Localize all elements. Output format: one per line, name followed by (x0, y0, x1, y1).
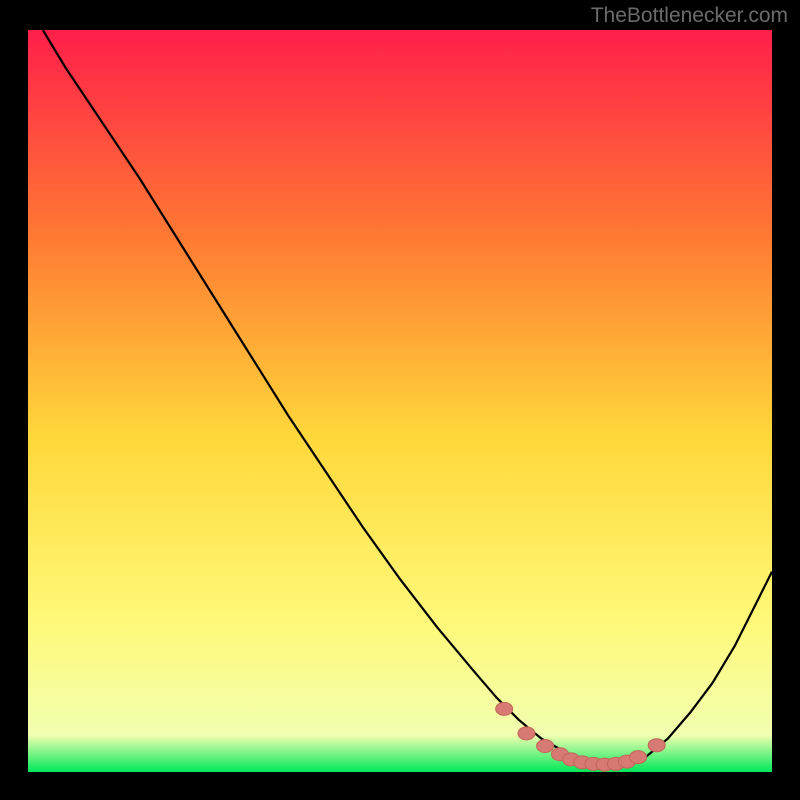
gradient-background (28, 30, 772, 772)
highlight-dot (648, 739, 665, 752)
highlight-dot (496, 702, 513, 715)
watermark-text: TheBottlenecker.com (591, 4, 788, 28)
highlight-dot (518, 727, 535, 740)
plot-area (28, 30, 772, 772)
chart-frame: TheBottlenecker.com (0, 0, 800, 800)
bottleneck-chart (28, 30, 772, 772)
highlight-dot (537, 740, 554, 753)
highlight-dot (630, 751, 647, 764)
